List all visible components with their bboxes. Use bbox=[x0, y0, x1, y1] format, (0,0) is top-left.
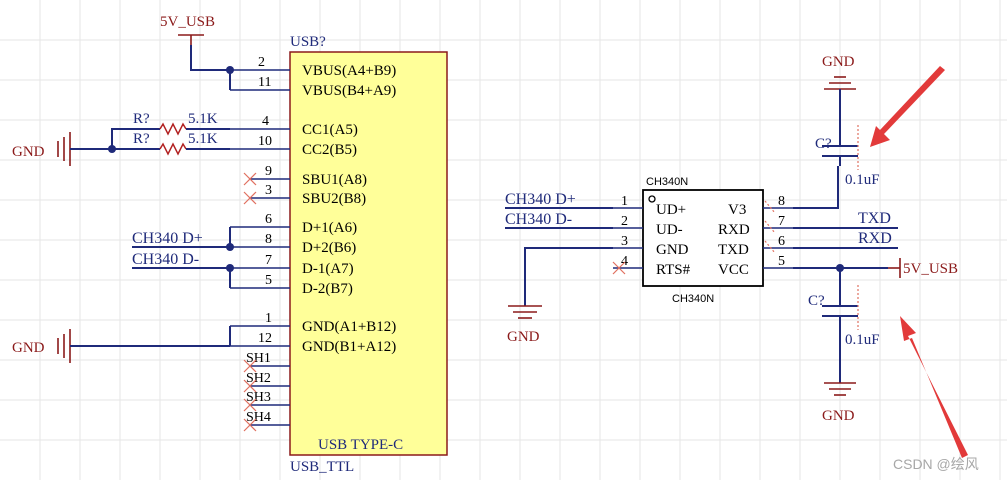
watermark: CSDN @绘风 bbox=[893, 456, 979, 472]
cap2-designator: C? bbox=[808, 293, 825, 309]
ch340-pin-num: 3 bbox=[621, 234, 628, 249]
ch340-pin-num: 4 bbox=[621, 254, 628, 269]
ch340-pin-name: UD+ bbox=[656, 202, 686, 218]
net-rxd: RXD bbox=[858, 230, 892, 247]
usb-designator: USB? bbox=[290, 34, 326, 50]
usb-pin-num: SH2 bbox=[246, 371, 271, 386]
ch340-pin-name: RTS# bbox=[656, 262, 691, 278]
usb-wiring: 5V_USB GND R? 5.1K R? 5.1K CH340 D+ CH34… bbox=[12, 14, 234, 363]
resistor-r2-designator: R? bbox=[133, 131, 150, 147]
ch340-pin-name: UD- bbox=[656, 222, 683, 238]
net-cap1-gnd: GND bbox=[822, 54, 855, 70]
usb-pin-num: 6 bbox=[265, 212, 272, 227]
usb-pin-name: VBUS(A4+B9) bbox=[302, 63, 396, 79]
usb-pin-name: GND(B1+A12) bbox=[302, 339, 396, 355]
ch340-pin-num: 6 bbox=[778, 234, 785, 249]
usb-pin-name: SBU2(B8) bbox=[302, 191, 366, 207]
resistor-r1-designator: R? bbox=[133, 111, 150, 127]
usb-pin-num: 10 bbox=[258, 134, 272, 149]
usb-comment: USB TYPE-C bbox=[318, 437, 403, 453]
net-ch-dp: CH340 D+ bbox=[505, 191, 576, 208]
cap2-value: 0.1uF bbox=[845, 332, 880, 348]
ch340-pin-name: TXD bbox=[718, 242, 749, 258]
resistor-r1-value: 5.1K bbox=[188, 111, 218, 127]
net-gnd-left-bottom: GND bbox=[12, 340, 45, 356]
cap1-value: 0.1uF bbox=[845, 172, 880, 188]
resistor-r2[interactable] bbox=[159, 142, 187, 156]
usb-pin-num: SH3 bbox=[246, 390, 271, 405]
ch340-pin-name: V3 bbox=[728, 202, 746, 218]
net-ch-5v: 5V_USB bbox=[903, 261, 958, 277]
net-cap2-gnd: GND bbox=[822, 408, 855, 424]
ch340-pin-name: GND bbox=[656, 242, 689, 258]
ch340-pin-name: VCC bbox=[718, 262, 749, 278]
usb-pin-num: 12 bbox=[258, 331, 272, 346]
capacitor-c2[interactable]: C? 0.1uF GND bbox=[808, 285, 880, 424]
usb-pin-num: 1 bbox=[265, 311, 272, 326]
usb-pin-num: 3 bbox=[265, 183, 272, 198]
ch340-pin-num: 2 bbox=[621, 214, 628, 229]
usb-pin-name: D-2(B7) bbox=[302, 281, 353, 297]
resistor-r2-value: 5.1K bbox=[188, 131, 218, 147]
ch340-pin-num: 8 bbox=[778, 194, 785, 209]
net-usb-dm: CH340 D- bbox=[132, 251, 199, 268]
usb-typec-connector[interactable]: USB? USB TYPE-C USB_TTL 2 11 4 10 9 3 6 … bbox=[230, 34, 448, 475]
net-txd: TXD bbox=[858, 210, 891, 227]
usb-pin-num: SH4 bbox=[246, 410, 271, 425]
net-5v-usb-top: 5V_USB bbox=[160, 14, 215, 30]
usb-pin-name: D-1(A7) bbox=[302, 261, 354, 277]
schematic-canvas: USB? USB TYPE-C USB_TTL 2 11 4 10 9 3 6 … bbox=[0, 0, 1007, 480]
usb-pin-name: CC1(A5) bbox=[302, 122, 358, 138]
cap1-designator: C? bbox=[815, 136, 832, 152]
ch340-pin-num: 5 bbox=[778, 254, 785, 269]
net-ch-gnd: GND bbox=[507, 329, 540, 345]
usb-pin-num: 11 bbox=[258, 75, 271, 90]
arrow-bottom bbox=[900, 316, 968, 458]
usb-pin-name: SBU1(A8) bbox=[302, 172, 367, 188]
net-usb-dp: CH340 D+ bbox=[132, 230, 203, 247]
net-ch-dm: CH340 D- bbox=[505, 211, 572, 228]
usb-pin-name: D+2(B6) bbox=[302, 240, 356, 256]
usb-footprint: USB_TTL bbox=[290, 459, 354, 475]
usb-pin-num: 7 bbox=[265, 253, 272, 268]
usb-pin-name: GND(A1+B12) bbox=[302, 319, 396, 335]
usb-pin-name: CC2(B5) bbox=[302, 142, 357, 158]
ch340-pin-name: RXD bbox=[718, 222, 750, 238]
usb-pin-num: 9 bbox=[265, 164, 272, 179]
ch340-footer: CH340N bbox=[672, 293, 714, 305]
ch340-pin-num: 1 bbox=[621, 194, 628, 209]
capacitor-c1[interactable]: GND C? 0.1uF bbox=[815, 54, 880, 188]
usb-pin-num: 8 bbox=[265, 232, 272, 247]
arrow-top bbox=[870, 66, 945, 147]
usb-pin-num: 4 bbox=[262, 114, 269, 129]
net-gnd-left-top: GND bbox=[12, 144, 45, 160]
usb-pin-name: VBUS(B4+A9) bbox=[302, 83, 396, 99]
usb-pin-num: 2 bbox=[258, 55, 265, 70]
ch340-title: CH340N bbox=[646, 176, 688, 188]
resistor-r1[interactable] bbox=[159, 122, 187, 136]
usb-pin-num: 5 bbox=[265, 273, 272, 288]
usb-pin-name: D+1(A6) bbox=[302, 220, 357, 236]
usb-pin-num: SH1 bbox=[246, 351, 271, 366]
ch340-pin-num: 7 bbox=[778, 214, 785, 229]
